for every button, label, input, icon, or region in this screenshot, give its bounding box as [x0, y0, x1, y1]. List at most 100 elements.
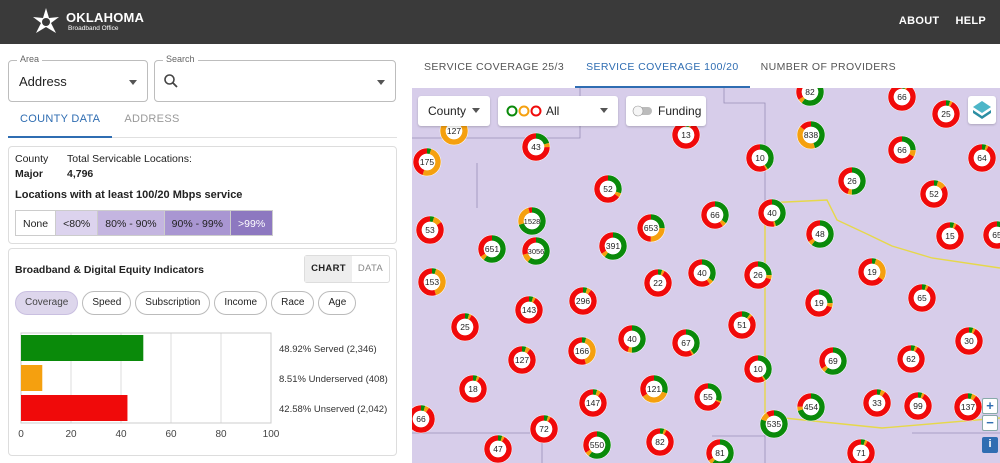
- coverage-marker[interactable]: 535: [759, 409, 789, 439]
- tab-address[interactable]: ADDRESS: [112, 106, 191, 137]
- about-link[interactable]: ABOUT: [899, 15, 940, 27]
- coverage-marker[interactable]: 25: [931, 99, 961, 129]
- zoom-in-button[interactable]: +: [982, 398, 998, 414]
- coverage-marker[interactable]: 65: [907, 283, 937, 313]
- coverage-marker[interactable]: 66: [887, 88, 917, 112]
- locations-value: 4,796: [67, 168, 94, 180]
- coverage-marker[interactable]: 10: [743, 354, 773, 384]
- coverage-marker[interactable]: 53: [415, 215, 445, 245]
- coverage-marker[interactable]: 26: [837, 166, 867, 196]
- coverage-marker[interactable]: 64: [967, 143, 997, 173]
- chevron-down-icon: [472, 108, 480, 113]
- coverage-marker[interactable]: 137: [953, 392, 983, 422]
- marker-label: 66: [416, 414, 426, 424]
- coverage-marker[interactable]: 454: [796, 392, 826, 422]
- chip-income[interactable]: Income: [214, 291, 268, 315]
- coverage-marker[interactable]: 19: [804, 288, 834, 318]
- coverage-marker[interactable]: 62: [896, 344, 926, 374]
- county-select[interactable]: County: [418, 96, 490, 126]
- chip-coverage[interactable]: Coverage: [15, 291, 79, 315]
- coverage-marker[interactable]: 147: [578, 388, 608, 418]
- coverage-marker[interactable]: 15: [935, 221, 965, 251]
- coverage-marker[interactable]: 52: [919, 179, 949, 209]
- coverage-marker[interactable]: 121: [639, 374, 669, 404]
- coverage-marker[interactable]: 30: [954, 326, 984, 356]
- coverage-marker[interactable]: 175: [412, 147, 442, 177]
- status-filter-select[interactable]: All: [498, 96, 618, 126]
- coverage-marker[interactable]: 51: [727, 310, 757, 340]
- coverage-bar-chart: 0 20 40 60 80 100 48.92% Served (2,346) 8.51% U…: [18, 332, 388, 440]
- coverage-marker[interactable]: 19: [857, 257, 887, 287]
- tab-county-data[interactable]: COUNTY DATA: [8, 106, 113, 138]
- view-toggle: CHART DATA: [304, 255, 390, 283]
- coverage-marker[interactable]: 66: [887, 135, 917, 165]
- coverage-marker[interactable]: 651: [477, 234, 507, 264]
- coverage-marker[interactable]: 166: [567, 336, 597, 366]
- coverage-marker[interactable]: 40: [687, 258, 717, 288]
- coverage-marker[interactable]: 33: [862, 388, 892, 418]
- coverage-marker[interactable]: 52: [593, 174, 623, 204]
- bar[interactable]: [21, 365, 43, 391]
- search-input[interactable]: Search: [154, 54, 396, 102]
- coverage-marker[interactable]: 127: [507, 345, 537, 375]
- area-select[interactable]: Area Address: [8, 54, 148, 102]
- coverage-marker[interactable]: 43: [521, 132, 551, 162]
- tab-number-of-providers[interactable]: NUMBER OF PROVIDERS: [750, 44, 907, 88]
- coverage-marker[interactable]: 40: [757, 198, 787, 228]
- coverage-marker[interactable]: 72: [529, 414, 559, 444]
- help-link[interactable]: HELP: [955, 15, 986, 27]
- zoom-out-button[interactable]: −: [982, 415, 998, 431]
- chip-race[interactable]: Race: [271, 291, 315, 315]
- marker-label: 147: [586, 398, 600, 408]
- coverage-marker[interactable]: 66: [700, 200, 730, 230]
- coverage-marker[interactable]: 550: [582, 430, 612, 460]
- bar-label: 42.58% Unserved (2,042): [279, 404, 387, 415]
- coverage-marker[interactable]: 67: [671, 328, 701, 358]
- marker-label: 15: [945, 231, 955, 241]
- legend-under-80: <80%: [55, 210, 99, 236]
- coverage-marker[interactable]: 65: [982, 220, 1000, 250]
- coverage-marker[interactable]: 99: [903, 391, 933, 421]
- coverage-marker[interactable]: 26: [743, 260, 773, 290]
- coverage-markers[interactable]: 127 175 43 13 82 838 10 66 66 25 64 52 26 52 1528 53 66 4…: [412, 88, 1000, 463]
- data-view-button[interactable]: DATA: [352, 256, 389, 282]
- bar[interactable]: [21, 395, 128, 421]
- coverage-marker[interactable]: 69: [818, 346, 848, 376]
- chip-age[interactable]: Age: [318, 291, 357, 315]
- coverage-marker[interactable]: 296: [568, 286, 598, 316]
- coverage-marker[interactable]: 55: [693, 382, 723, 412]
- map-canvas[interactable]: 127 175 43 13 82 838 10 66 66 25 64 52 26 52 1528 53 66 4…: [412, 88, 1000, 463]
- chart-view-button[interactable]: CHART: [305, 256, 352, 282]
- coverage-marker[interactable]: 18: [458, 374, 488, 404]
- x-tick-label: 80: [215, 429, 227, 440]
- coverage-marker[interactable]: 82: [795, 88, 825, 107]
- coverage-marker[interactable]: 47: [483, 434, 513, 463]
- coverage-marker[interactable]: 391: [598, 231, 628, 261]
- coverage-marker[interactable]: 66: [412, 404, 436, 434]
- coverage-marker[interactable]: 71: [846, 438, 876, 463]
- coverage-marker[interactable]: 838: [796, 120, 826, 150]
- coverage-marker[interactable]: 10: [745, 143, 775, 173]
- coverage-marker[interactable]: 48: [805, 219, 835, 249]
- bar[interactable]: [21, 335, 144, 361]
- coverage-marker[interactable]: 143: [514, 295, 544, 325]
- funding-toggle[interactable]: Funding: [626, 96, 706, 126]
- marker-label: 13: [681, 130, 691, 140]
- coverage-marker[interactable]: 1528: [517, 206, 547, 236]
- tab-coverage-25-3[interactable]: SERVICE COVERAGE 25/3: [413, 44, 575, 88]
- info-button[interactable]: i: [982, 437, 998, 453]
- layers-button[interactable]: [968, 96, 996, 124]
- coverage-marker[interactable]: 25: [450, 312, 480, 342]
- chip-speed[interactable]: Speed: [82, 291, 132, 315]
- coverage-marker[interactable]: 40: [617, 324, 647, 354]
- tab-coverage-100-20[interactable]: SERVICE COVERAGE 100/20: [575, 44, 750, 88]
- coverage-map[interactable]: 127 175 43 13 82 838 10 66 66 25 64 52 26 52 1528 53 66 4…: [412, 88, 1000, 463]
- coverage-marker[interactable]: 3056: [521, 236, 551, 266]
- coverage-marker[interactable]: 153: [417, 267, 447, 297]
- oklahoma-logo[interactable]: OKLAHOMA Broadband Office: [30, 7, 144, 37]
- coverage-marker[interactable]: 81: [705, 438, 735, 463]
- chip-subscription[interactable]: Subscription: [135, 291, 211, 315]
- coverage-marker[interactable]: 653: [636, 213, 666, 243]
- coverage-marker[interactable]: 82: [645, 427, 675, 457]
- coverage-marker[interactable]: 22: [643, 268, 673, 298]
